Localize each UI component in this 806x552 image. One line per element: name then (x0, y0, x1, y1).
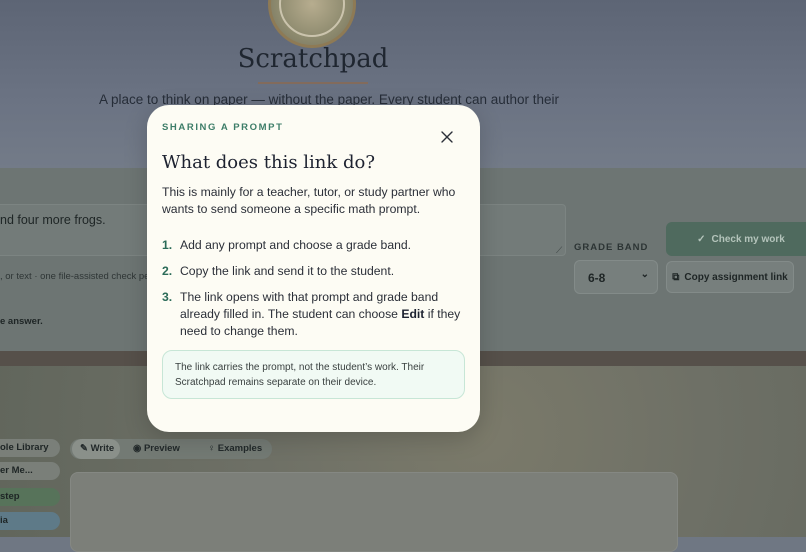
answer-label: e answer. (0, 316, 43, 327)
step-number: 3. (162, 290, 173, 304)
step-text: Add any prompt and choose a grade band. (180, 238, 412, 252)
editor-area[interactable] (70, 472, 678, 552)
check-icon: ✓ (697, 233, 706, 245)
sidebar-item-library[interactable]: ole Library (0, 439, 60, 457)
copy-link-label: Copy assignment link (684, 271, 788, 283)
close-button[interactable] (437, 127, 457, 147)
share-info-dialog: SHARING A PROMPT What does this link do?… (147, 105, 480, 432)
step-number: 1. (162, 238, 173, 252)
sidebar-item-step[interactable]: step (0, 488, 60, 506)
grade-band-label: GRADE BAND (574, 242, 649, 253)
pencil-icon: ✎ (80, 443, 88, 454)
step-item: 3. The link opens with that prompt and g… (162, 289, 467, 340)
sidebar-item-menu[interactable]: er Me... (0, 462, 60, 480)
resize-handle-icon[interactable]: ⟋ (556, 245, 562, 256)
tab-write-label: Write (90, 443, 115, 454)
step-number: 2. (162, 264, 173, 278)
step-text: Copy the link and send it to the student… (180, 264, 395, 278)
input-hint: , or text · one file-assisted check per (0, 271, 153, 282)
step-text-before: The link opens with that prompt and grad… (180, 290, 439, 321)
dialog-intro: This is mainly for a teacher, tutor, or … (162, 185, 456, 216)
prompt-text: nd four more frogs. (0, 213, 106, 227)
grade-band-select[interactable]: 6-8 ⌄ (574, 260, 658, 294)
tab-examples-label: Examples (217, 443, 263, 454)
edit-keyword: Edit (401, 307, 425, 321)
eye-icon: ◉ (133, 443, 142, 454)
tab-write[interactable]: ✎ Write (72, 439, 121, 459)
title-underline (258, 82, 368, 84)
app-title: Scratchpad (237, 44, 389, 74)
privacy-note: The link carries the prompt, not the stu… (162, 350, 465, 399)
dialog-title: What does this link do? (162, 152, 376, 173)
close-icon (441, 131, 453, 143)
check-work-label: Check my work (711, 233, 785, 245)
copy-link-button[interactable]: ⧉ Copy assignment link (666, 261, 794, 293)
dialog-eyebrow: SHARING A PROMPT (162, 122, 284, 133)
tab-preview-label: Preview (143, 443, 180, 454)
sidebar-item-media[interactable]: ia (0, 512, 60, 530)
tab-preview[interactable]: ◉ Preview (133, 443, 180, 454)
copy-icon: ⧉ (672, 271, 680, 283)
step-item: 1. Add any prompt and choose a grade ban… (162, 237, 467, 254)
lightbulb-icon: ♀ (208, 443, 216, 454)
step-item: 2. Copy the link and send it to the stud… (162, 263, 467, 280)
check-work-button[interactable]: ✓ Check my work (666, 222, 806, 256)
chevron-down-icon: ⌄ (640, 269, 649, 280)
grade-band-value: 6-8 (588, 271, 606, 285)
tab-examples[interactable]: ♀ Examples (208, 443, 262, 454)
steps-list: 1. Add any prompt and choose a grade ban… (162, 237, 467, 349)
